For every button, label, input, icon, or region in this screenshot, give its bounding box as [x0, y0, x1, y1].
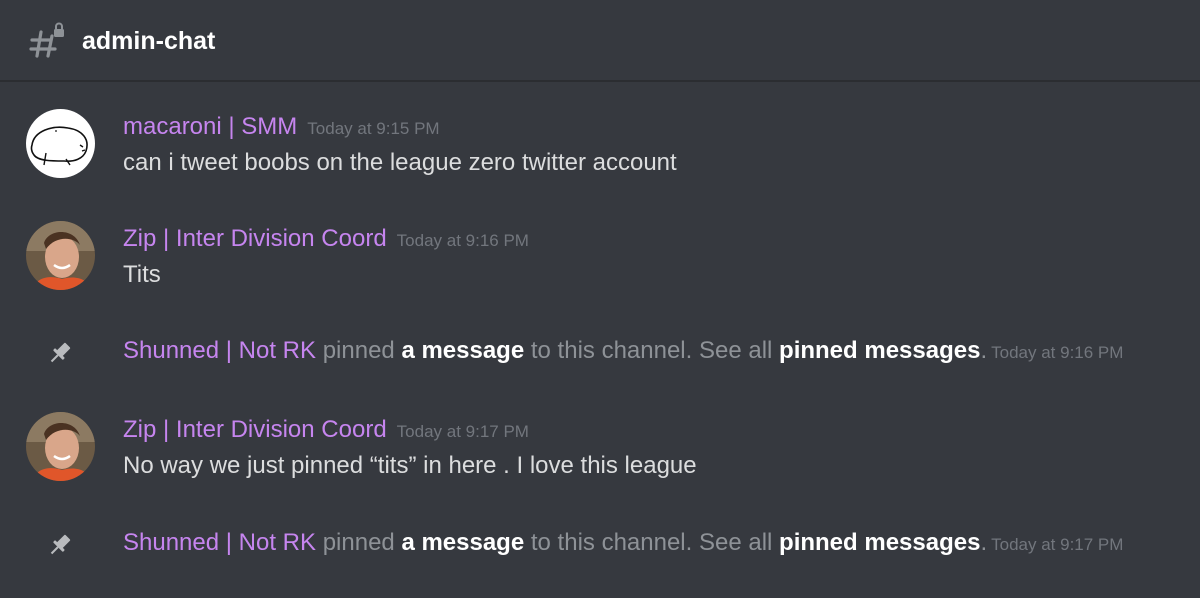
username[interactable]: macaroni | SMM [123, 113, 297, 140]
timestamp: Today at 9:16 PM [991, 343, 1124, 362]
channel-header: admin-chat [0, 0, 1200, 82]
system-text-part: . [980, 529, 988, 556]
timestamp: Today at 9:17 PM [396, 422, 529, 441]
system-text-part: to this channel. See all [524, 337, 780, 364]
system-pin-message: Shunned | Not RK pinned a message to thi… [0, 334, 1200, 368]
pin-icon [50, 534, 71, 555]
system-text: Shunned | Not RK pinned a message to thi… [123, 334, 1123, 370]
timestamp: Today at 9:17 PM [991, 535, 1124, 554]
message-link[interactable]: a message [401, 337, 524, 364]
photo-avatar[interactable] [26, 412, 95, 481]
photo-avatar[interactable] [26, 221, 95, 290]
message-link[interactable]: a message [401, 529, 524, 556]
locked-hash-icon [29, 22, 64, 58]
system-text-part: . [980, 337, 988, 364]
message-list: macaroni | SMM Today at 9:15 PM can i twe… [0, 82, 1200, 598]
system-text: Shunned | Not RK pinned a message to thi… [123, 526, 1123, 562]
system-actor[interactable]: Shunned | Not RK [123, 337, 316, 364]
doodle-avatar[interactable] [26, 109, 95, 178]
system-text-part: pinned [316, 337, 402, 364]
username[interactable]: Zip | Inter Division Coord [123, 225, 387, 252]
username[interactable]: Zip | Inter Division Coord [123, 416, 387, 443]
timestamp: Today at 9:15 PM [307, 119, 440, 138]
channel-name: admin-chat [82, 27, 216, 55]
system-text-part: to this channel. See all [524, 529, 780, 556]
pinned-messages-link[interactable]: pinned messages [779, 529, 980, 556]
pin-icon [50, 342, 71, 363]
chat-message: Zip | Inter Division Coord Today at 9:17 … [0, 409, 1200, 489]
chat-message: macaroni | SMM Today at 9:15 PM can i twe… [0, 106, 1200, 186]
chat-message: Zip | Inter Division Coord Today at 9:16 … [0, 218, 1200, 298]
system-pin-message: Shunned | Not RK pinned a message to thi… [0, 526, 1200, 560]
message-content: can i tweet boobs on the league zero twi… [123, 149, 677, 176]
system-actor[interactable]: Shunned | Not RK [123, 529, 316, 556]
message-content: Tits [123, 261, 161, 288]
message-content: No way we just pinned “tits” in here . I… [123, 452, 697, 479]
timestamp: Today at 9:16 PM [396, 231, 529, 250]
system-text-part: pinned [316, 529, 402, 556]
pinned-messages-link[interactable]: pinned messages [779, 337, 980, 364]
